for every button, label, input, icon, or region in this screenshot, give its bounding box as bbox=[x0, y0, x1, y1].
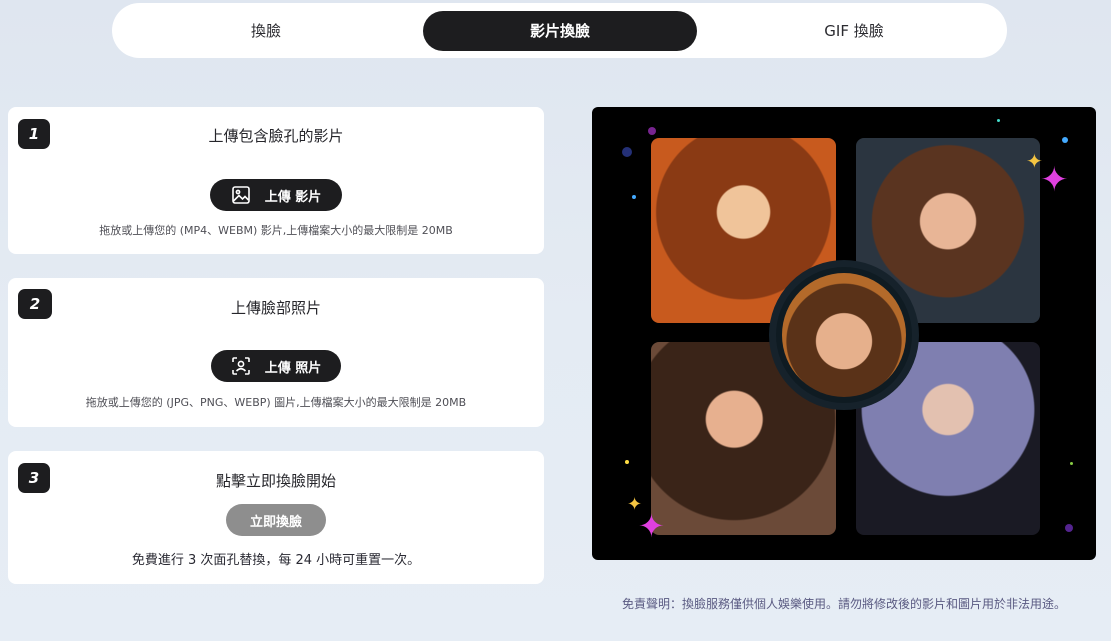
free-usage-note: 免費進行 3 次面孔替換，每 24 小時可重置一次。 bbox=[131, 553, 421, 568]
upload-photo-label: 上傳 照片 bbox=[264, 360, 322, 376]
upload-photo-button[interactable]: 上傳 照片 bbox=[211, 350, 341, 382]
step-1-card: 1 上傳包含臉孔的影片 上傳 影片 拖放或上傳您的 (MP4、WEBM) 影片,… bbox=[8, 107, 544, 254]
upload-photo-hint: 拖放或上傳您的 (JPG、PNG、WEBP) 圖片,上傳檔案大小的最大限制是 2… bbox=[85, 396, 467, 409]
sparkle-dot bbox=[1070, 462, 1073, 465]
mode-tabs: 換臉 影片換臉 GIF 換臉 bbox=[112, 3, 1007, 58]
sparkle-dot bbox=[632, 195, 636, 199]
sparkle-dot bbox=[622, 147, 632, 157]
disclaimer-text: 免責聲明：換臉服務僅供個人娛樂使用。請勿將修改後的影片和圖片用於非法用途。 bbox=[621, 597, 1066, 611]
upload-video-button[interactable]: 上傳 影片 bbox=[210, 179, 342, 211]
source-face-photo bbox=[782, 273, 906, 397]
step-3-card: 3 點擊立即換臉開始 立即換臉 免費進行 3 次面孔替換，每 24 小時可重置一… bbox=[8, 451, 544, 584]
face-swap-preview-image: ✦ ✦ ✦ ✦ bbox=[592, 107, 1096, 560]
upload-video-label: 上傳 影片 bbox=[264, 189, 322, 205]
sparkle-star-icon: ✦ bbox=[638, 507, 665, 545]
tab-gif-face-swap[interactable]: GIF 換臉 bbox=[734, 11, 974, 51]
sparkle-dot bbox=[997, 119, 1000, 122]
step-title: 上傳包含臉孔的影片 bbox=[208, 127, 344, 145]
sparkle-dot bbox=[625, 460, 629, 464]
sparkle-dot bbox=[1062, 137, 1068, 143]
sparkle-dot bbox=[648, 127, 656, 135]
swap-now-button[interactable]: 立即換臉 bbox=[226, 504, 326, 536]
face-scan-icon bbox=[231, 356, 251, 376]
image-icon bbox=[231, 185, 251, 205]
source-face-circle bbox=[769, 260, 919, 410]
upload-video-hint: 拖放或上傳您的 (MP4、WEBM) 影片,上傳檔案大小的最大限制是 20MB bbox=[99, 224, 453, 237]
tab-face-swap[interactable]: 換臉 bbox=[146, 11, 386, 51]
sparkle-dot bbox=[1065, 524, 1073, 532]
tab-video-face-swap[interactable]: 影片換臉 bbox=[423, 11, 697, 51]
step-title: 點擊立即換臉開始 bbox=[215, 472, 336, 490]
step-2-card: 2 上傳臉部照片 上傳 照片 拖放或上傳您的 (JPG、PNG、WEBP) 圖片… bbox=[8, 278, 544, 427]
step-title: 上傳臉部照片 bbox=[230, 299, 321, 317]
sparkle-star-icon: ✦ bbox=[1040, 160, 1069, 200]
